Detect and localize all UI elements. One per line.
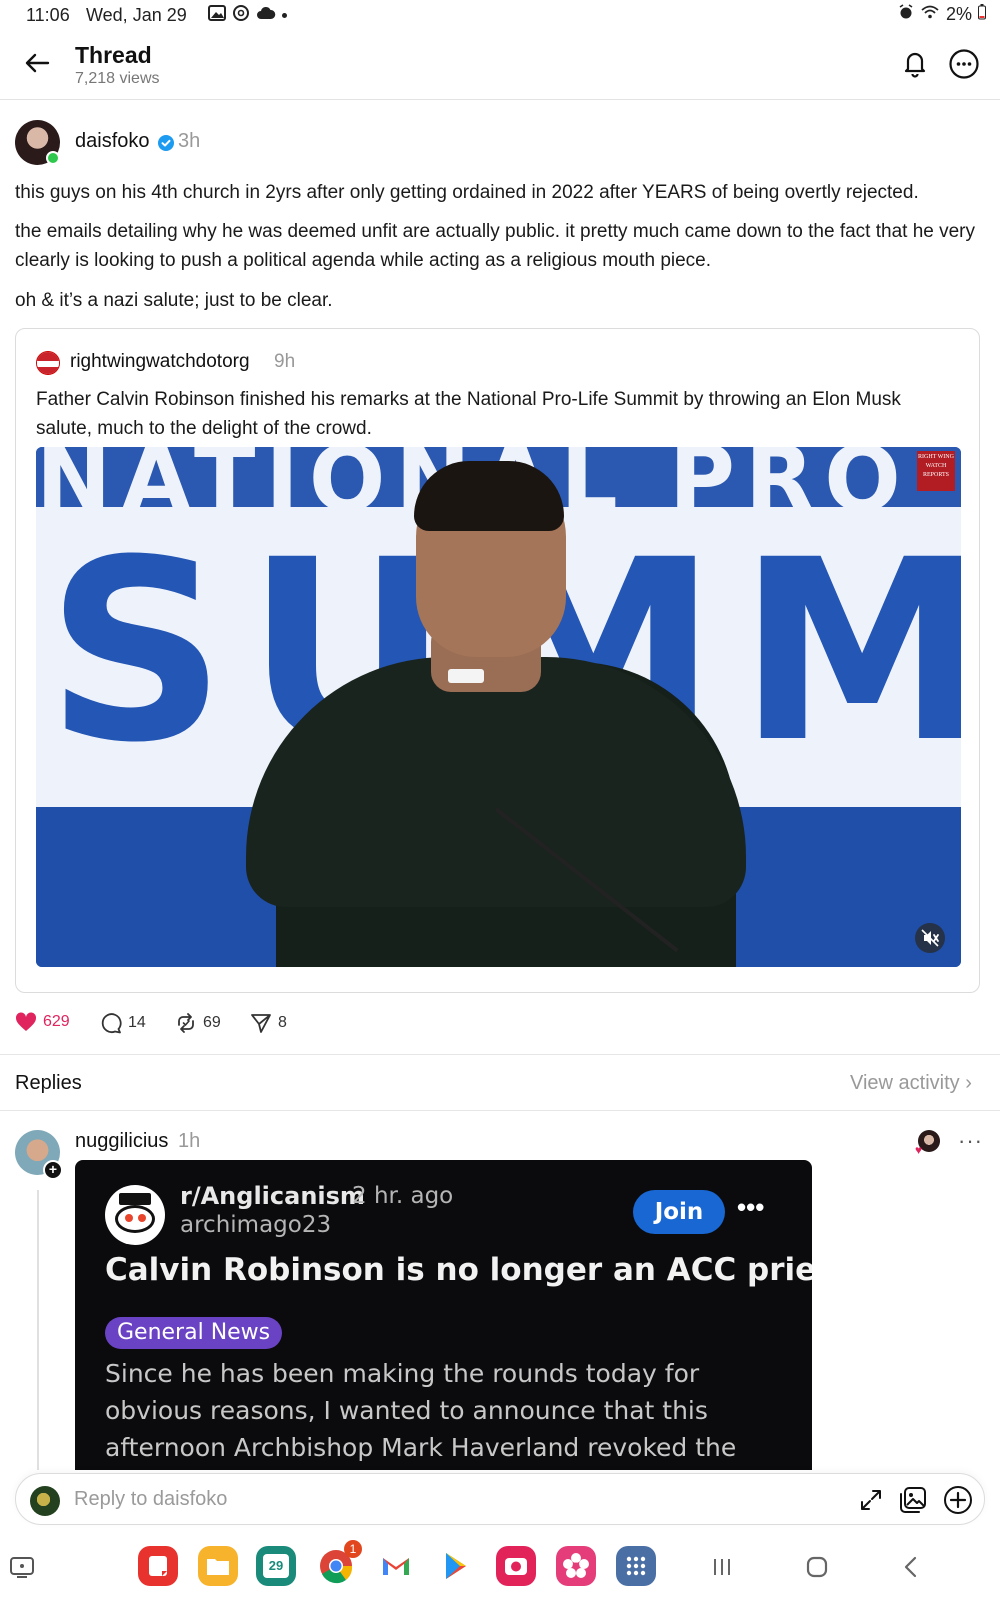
status-bar: 11:06 Wed, Jan 29 2% bbox=[0, 0, 1000, 30]
verified-badge-icon bbox=[158, 135, 174, 151]
heart-filled-icon bbox=[15, 1012, 37, 1032]
quoted-post-author[interactable]: rightwingwatchdotorg bbox=[70, 351, 250, 373]
video-watermark: RIGHT WING WATCH REPORTS bbox=[917, 451, 955, 491]
back-arrow-icon[interactable] bbox=[22, 48, 52, 78]
keyboard-switch-icon[interactable] bbox=[8, 1552, 38, 1582]
notes-app-icon[interactable] bbox=[138, 1546, 178, 1586]
more-options-icon[interactable] bbox=[948, 48, 980, 80]
reply-author[interactable]: nuggilicius bbox=[75, 1130, 168, 1153]
system-navigation-bar: 29 1 bbox=[0, 1540, 1000, 1600]
reddit-post-title: Calvin Robinson is no longer an ACC prie… bbox=[105, 1252, 812, 1288]
status-date: Wed, Jan 29 bbox=[86, 5, 187, 25]
repost-button[interactable]: 69 bbox=[175, 1012, 221, 1034]
like-button[interactable]: 629 bbox=[15, 1012, 70, 1032]
comment-bubble-icon bbox=[100, 1012, 122, 1034]
gallery-icon[interactable] bbox=[898, 1485, 928, 1515]
post-paragraph: this guys on his 4th church in 2yrs afte… bbox=[15, 182, 919, 203]
recent-apps-icon[interactable] bbox=[707, 1552, 737, 1582]
system-indicators: 2% bbox=[898, 4, 986, 25]
thread-header: Thread 7,218 views bbox=[0, 30, 1000, 100]
repost-count: 69 bbox=[203, 1014, 221, 1031]
send-icon bbox=[250, 1012, 272, 1034]
divider bbox=[0, 1110, 1000, 1111]
comment-button[interactable]: 14 bbox=[100, 1012, 146, 1034]
reply-more-options-icon[interactable]: ··· bbox=[958, 1128, 983, 1154]
share-button[interactable]: 8 bbox=[250, 1012, 287, 1034]
reddit-more-icon: ••• bbox=[737, 1192, 765, 1222]
post-paragraph: the emails detailing why he was deemed u… bbox=[15, 221, 976, 271]
status-time: 11:06 bbox=[26, 5, 70, 25]
video-speaker-figure bbox=[414, 461, 564, 531]
avatar bbox=[30, 1486, 60, 1516]
replies-heading: Replies bbox=[15, 1072, 82, 1094]
wifi-icon bbox=[920, 4, 940, 25]
page-title: Thread bbox=[75, 42, 152, 68]
share-count: 8 bbox=[278, 1014, 287, 1031]
quoted-post-card[interactable]: rightwingwatchdotorg 9h Father Calvin Ro… bbox=[15, 328, 980, 993]
gmail-app-icon[interactable] bbox=[376, 1546, 416, 1586]
expand-icon[interactable] bbox=[859, 1488, 883, 1512]
gallery-app-icon[interactable] bbox=[556, 1546, 596, 1586]
home-button-icon[interactable] bbox=[802, 1552, 832, 1582]
quoted-post-text: Father Calvin Robinson finished his rema… bbox=[36, 389, 901, 439]
repost-icon bbox=[175, 1012, 197, 1034]
view-activity-link[interactable]: View activity › bbox=[850, 1072, 972, 1095]
battery-icon bbox=[978, 4, 986, 25]
notification-badge: 1 bbox=[344, 1540, 362, 1558]
gallery-notification-icon bbox=[208, 4, 226, 27]
more-notifications-dot-icon bbox=[282, 13, 287, 18]
view-count: 7,218 views bbox=[75, 70, 160, 87]
post-author[interactable]: daisfoko bbox=[75, 130, 150, 153]
play-store-icon[interactable] bbox=[436, 1546, 476, 1586]
post-paragraph: oh & it’s a nazi salute; just to be clea… bbox=[15, 290, 333, 311]
app-drawer-icon[interactable] bbox=[616, 1546, 656, 1586]
subreddit-name: r/Anglicanism bbox=[180, 1182, 365, 1210]
files-app-icon[interactable] bbox=[198, 1546, 238, 1586]
reply-composer bbox=[15, 1473, 985, 1525]
reply-timestamp: 1h bbox=[178, 1130, 201, 1152]
join-button: Join bbox=[633, 1190, 725, 1234]
quoted-post-timestamp: 9h bbox=[274, 351, 296, 372]
chrome-app-icon[interactable]: 1 bbox=[316, 1540, 362, 1586]
post-timestamp: 3h bbox=[178, 130, 201, 152]
camera-app-icon[interactable] bbox=[496, 1546, 536, 1586]
threads-notification-icon bbox=[232, 4, 250, 27]
reddit-flair: General News bbox=[105, 1317, 283, 1349]
video-speaker-figure bbox=[448, 669, 484, 683]
follow-plus-icon[interactable]: + bbox=[43, 1160, 63, 1180]
rightwingwatch-logo-icon bbox=[36, 351, 60, 375]
heart-filled-icon: ♥ bbox=[915, 1143, 923, 1157]
thread-line bbox=[37, 1190, 39, 1470]
muted-speaker-icon[interactable] bbox=[915, 923, 945, 953]
alarm-icon bbox=[898, 4, 914, 25]
battery-percent: 2% bbox=[945, 4, 972, 24]
reply-input[interactable] bbox=[74, 1484, 774, 1514]
subreddit-post-author: archimago23 bbox=[180, 1212, 332, 1238]
reply-image[interactable]: r/Anglicanism 2 hr. ago archimago23 Join… bbox=[75, 1160, 812, 1470]
online-status-dot bbox=[46, 151, 60, 165]
video-player[interactable]: NATIONAL PRO-L SUMM RIGHT WING WATCH REP… bbox=[36, 447, 961, 967]
comment-count: 14 bbox=[128, 1014, 146, 1031]
divider bbox=[0, 1054, 1000, 1055]
back-nav-icon[interactable] bbox=[896, 1552, 926, 1582]
reddit-post-body: Since he has been making the rounds toda… bbox=[105, 1359, 737, 1462]
notification-icons bbox=[208, 4, 287, 27]
like-count: 629 bbox=[43, 1013, 70, 1030]
calendar-app-icon[interactable]: 29 bbox=[256, 1546, 296, 1586]
subreddit-post-time: 2 hr. ago bbox=[352, 1183, 454, 1209]
notification-bell-icon[interactable] bbox=[900, 48, 930, 78]
add-circle-icon[interactable] bbox=[943, 1485, 973, 1515]
reddit-snoo-icon bbox=[105, 1185, 165, 1245]
cloud-notification-icon bbox=[256, 5, 276, 26]
calendar-day: 29 bbox=[263, 1554, 289, 1578]
